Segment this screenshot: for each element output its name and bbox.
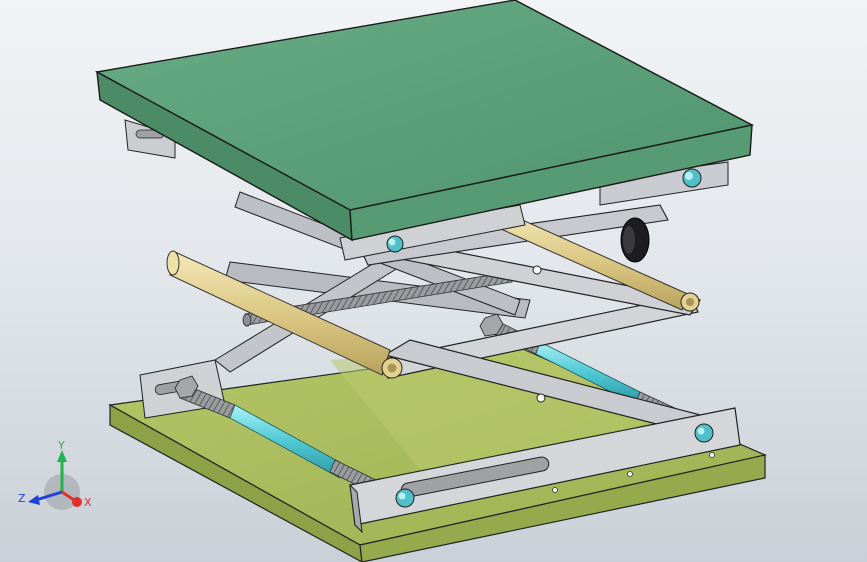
- x-axis-label: X: [84, 496, 92, 509]
- pin-top-left[interactable]: [386, 235, 404, 253]
- graphics-viewport[interactable]: Y Z X: [0, 0, 867, 562]
- orientation-triad[interactable]: Y Z X: [14, 440, 104, 520]
- x-axis-ball: [72, 497, 82, 507]
- pin-mid-right[interactable]: [680, 292, 700, 312]
- adjustment-knob[interactable]: [620, 217, 650, 263]
- pin-top-right[interactable]: [682, 168, 702, 188]
- pin-base-right[interactable]: [694, 423, 714, 443]
- y-axis-label: Y: [57, 440, 65, 452]
- top-plate[interactable]: [94, 0, 755, 242]
- pin-mid-left[interactable]: [381, 357, 403, 379]
- z-axis-arrow: [28, 495, 40, 505]
- pin-base-left[interactable]: [395, 488, 415, 508]
- z-axis-label: Z: [18, 492, 26, 505]
- lab-jack-3d-model[interactable]: [0, 0, 867, 562]
